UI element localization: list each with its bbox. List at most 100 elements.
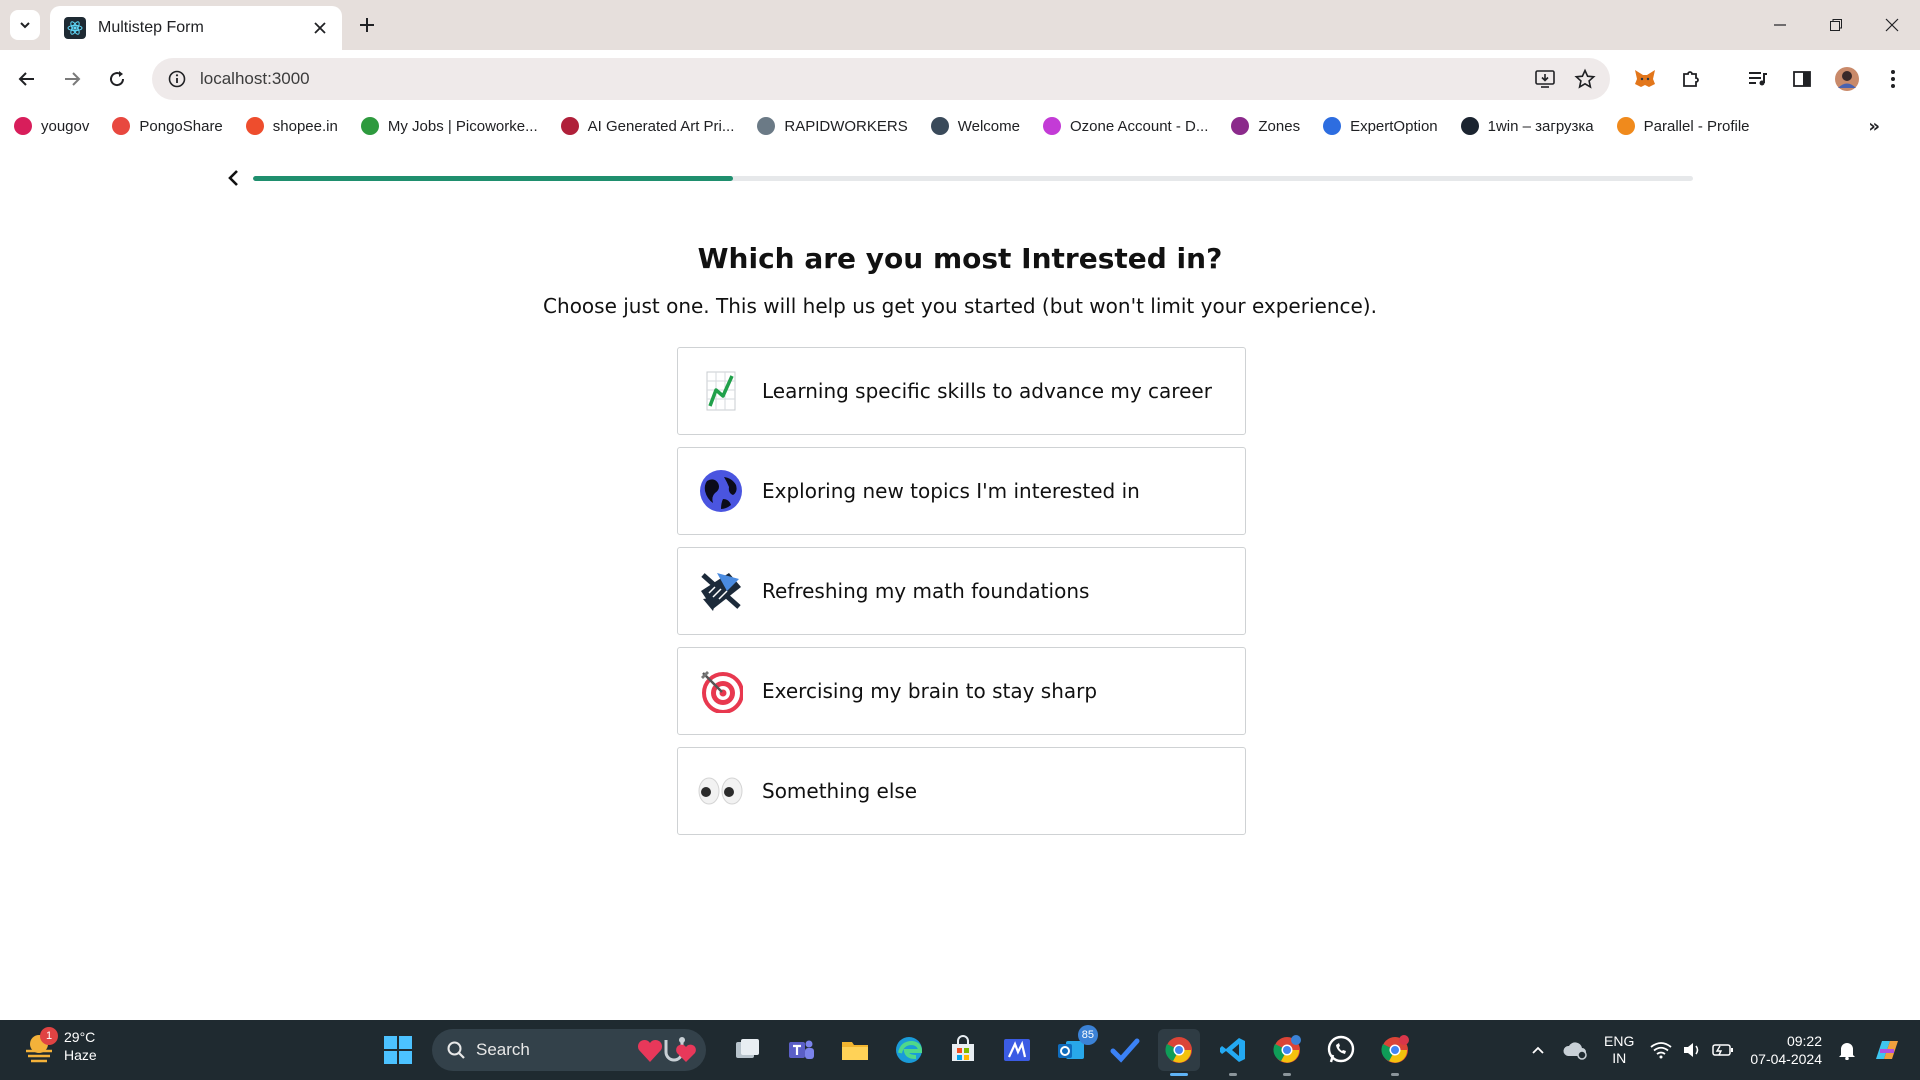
powerautomate-app[interactable] [996,1029,1038,1071]
bookmark-item[interactable]: shopee.in [245,117,338,135]
bookmark-item[interactable]: RAPIDWORKERS [757,117,908,135]
back-button[interactable] [10,62,44,96]
chevron-left-icon [228,170,238,186]
option-brain-exercise[interactable]: Exercising my brain to stay sharp [677,647,1246,735]
cloud-icon [1563,1042,1587,1060]
edge-app[interactable] [888,1029,930,1071]
vscode-app[interactable] [1212,1029,1254,1076]
profile-avatar[interactable] [1830,62,1864,96]
whatsapp-app[interactable] [1320,1029,1362,1071]
progress-fill [253,176,733,181]
minimize-button[interactable] [1752,0,1808,50]
more-bookmarks-icon[interactable]: » [1868,116,1880,137]
automate-icon [1004,1039,1030,1061]
copilot-icon [1876,1041,1898,1059]
minimize-icon [1774,24,1786,26]
bookmark-item[interactable]: ExpertOption [1323,117,1438,135]
bookmark-label: Welcome [957,117,1020,135]
whatsapp-icon [1327,1035,1355,1063]
bookmark-item[interactable]: My Jobs | Picoworke... [360,117,538,135]
nightcafe-icon [560,117,579,135]
media-controls-button[interactable] [1740,62,1774,96]
new-tab-button[interactable] [352,10,382,40]
option-label: Exploring new topics I'm interested in [762,479,1140,503]
outlook-app[interactable]: 85 [1050,1025,1098,1071]
url-text[interactable]: localhost:3000 [200,69,1534,89]
ozone-icon [1042,117,1061,135]
welcome-icon [930,117,949,135]
file-explorer-app[interactable] [834,1029,876,1071]
arrow-left-icon [18,72,34,86]
extensions-button[interactable] [1674,62,1708,96]
start-button[interactable] [378,1030,418,1070]
onewin-icon [1460,117,1479,135]
chrome-profile-app-2[interactable] [1374,1029,1416,1076]
options-list: Learning specific skills to advance my c… [677,347,1246,847]
bookmark-item[interactable]: 1win – загрузка [1460,117,1594,135]
option-something-else[interactable]: Something else [677,747,1246,835]
bookmark-item[interactable]: PongoShare [112,117,223,135]
forward-button[interactable] [55,62,89,96]
active-tab[interactable]: Multistep Form [50,6,342,50]
notifications-button[interactable] [1838,1040,1856,1060]
show-hidden-icons-button[interactable] [1530,1042,1546,1058]
store-app[interactable] [942,1029,984,1071]
chrome-app-active[interactable] [1158,1029,1200,1076]
bookmarks-bar: yougov PongoShare shopee.in My Jobs | Picow… [0,108,1920,144]
bookmark-item[interactable]: Zones [1231,117,1300,135]
chrome-profile-app[interactable] [1266,1029,1308,1076]
option-career-skills[interactable]: Learning specific skills to advance my c… [677,347,1246,435]
bookmark-item[interactable]: AI Generated Art Pri... [560,117,734,135]
todo-app[interactable] [1104,1029,1146,1071]
bookmark-item[interactable]: yougov [14,117,89,135]
reload-icon [110,71,125,87]
copilot-button[interactable] [1872,1035,1902,1065]
shopee-icon [245,117,264,135]
teams-app[interactable] [780,1029,822,1071]
form-back-button[interactable] [222,166,246,190]
globe-icon [698,468,744,514]
tab-title: Multistep Form [98,19,204,36]
reload-button[interactable] [100,62,134,96]
arrow-right-icon [65,72,81,86]
option-explore-topics[interactable]: Exploring new topics I'm interested in [677,447,1246,535]
bell-icon [1839,1043,1855,1060]
install-app-icon[interactable] [1534,68,1556,90]
weather-widget[interactable]: 1 29°C Haze [22,1027,97,1064]
open-indicator [1391,1073,1399,1076]
task-view-button[interactable] [726,1029,768,1071]
onedrive-button[interactable] [1562,1040,1588,1060]
plus-icon [360,18,374,32]
network-volume-battery[interactable] [1650,1041,1734,1059]
bookmark-item[interactable]: Parallel - Profile [1616,117,1750,135]
star-icon[interactable] [1574,68,1596,90]
browser-toolbar: localhost:3000 [0,50,1920,108]
close-window-button[interactable] [1864,0,1920,50]
multistep-form-page: Which are you most Intrested in? Choose … [0,144,1920,1020]
browser-menu-button[interactable] [1876,62,1910,96]
weather-haze-icon: 1 [22,1027,58,1063]
option-label: Exercising my brain to stay sharp [762,679,1098,703]
taskbar-apps: Search 85 [378,1025,1422,1076]
vscode-icon [1220,1038,1245,1062]
bookmark-item[interactable]: Welcome [930,117,1020,135]
checkmark-icon [1110,1038,1140,1063]
close-icon[interactable] [310,18,330,38]
clock[interactable]: 09:22 07-04-2024 [1750,1032,1822,1068]
metamask-extension-button[interactable] [1628,62,1662,96]
bookmark-item[interactable]: Ozone Account - D... [1042,117,1209,135]
puzzle-icon [1683,71,1699,87]
tab-search-button[interactable] [10,10,40,40]
fox-icon [1635,70,1655,87]
restore-button[interactable] [1808,0,1864,50]
search-icon [447,1041,465,1059]
bookmark-label: Ozone Account - D... [1069,117,1209,135]
address-bar[interactable]: localhost:3000 [152,58,1610,100]
side-panel-button[interactable] [1785,62,1819,96]
language-indicator[interactable]: ENG IN [1604,1033,1634,1067]
volume-icon [1684,1043,1699,1057]
site-info-icon[interactable] [166,68,188,90]
taskbar-search[interactable]: Search [432,1029,706,1071]
weather-temperature: 29°C [64,1029,96,1045]
option-math-foundations[interactable]: Refreshing my math foundations [677,547,1246,635]
